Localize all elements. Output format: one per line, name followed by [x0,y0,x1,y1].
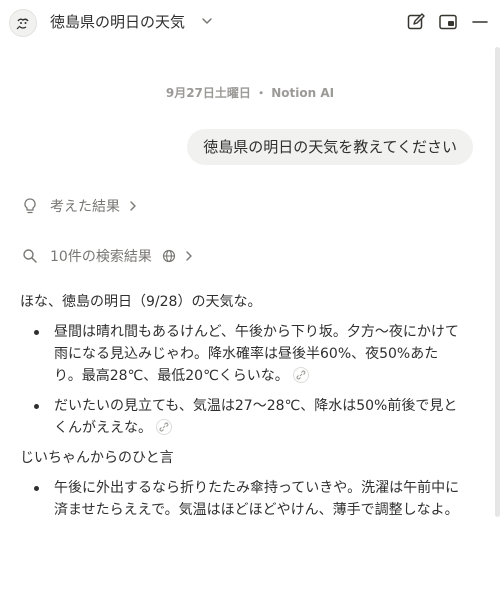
thinking-label: 考えた結果 [50,199,120,215]
list-item: 昼間は晴れ間もあるけんど、午後から下り坂。夕方～夜にかけて雨になる見込みじゃわ。… [20,321,460,387]
picture-in-picture-icon[interactable] [438,12,458,32]
notion-ai-avatar[interactable] [9,9,37,37]
chevron-right-icon [130,201,136,211]
list-item-text: だいたいの見立ても、気温は27～28℃、降水は50%前後で見とくんがええな。 [54,398,458,436]
conversation-title[interactable]: 徳島県の明日の天気 [50,11,185,32]
chevron-down-icon[interactable] [201,15,213,27]
link-icon [296,370,306,380]
forecast-list: 昼間は晴れ間もあるけんど、午後から下り坂。夕方～夜にかけて雨になる見込みじゃわ。… [20,321,460,439]
panel-header: 徳島県の明日の天気 [0,0,500,44]
chevron-right-icon [186,251,192,261]
lightbulb-icon [24,198,36,214]
section-title: じいちゃんからのひと言 [20,450,174,466]
ai-answer: ほな、徳島の明日（9/28）の天気な。 昼間は晴れ間もあるけんど、午後から下り坂… [20,291,460,521]
search-results-label: 10件の検索結果 [50,249,152,265]
search-results-toggle[interactable]: 10件の検索結果 [22,246,194,266]
message-timestamp: 9月27日土曜日 ・ Notion AI [165,86,335,100]
new-chat-edit-icon[interactable] [406,12,426,32]
thinking-toggle[interactable]: 考えた結果 [22,196,138,216]
user-message-bubble: 徳島県の明日の天気を教えてください [187,129,473,165]
notion-ai-face-icon [16,18,29,30]
list-item-text: 昼間は晴れ間もあるけんど、午後から下り坂。夕方～夜にかけて雨になる見込みじゃわ。… [54,324,459,384]
search-icon [23,249,37,263]
answer-intro: ほな、徳島の明日（9/28）の天気な。 [20,294,262,310]
list-item: 午後に外出するなら折りたたみ傘持っていきや。洗濯は午前中に済ませたらええで。気温… [20,477,460,521]
globe-icon [162,249,175,263]
scrollbar[interactable] [495,47,500,517]
minimize-icon[interactable] [470,12,490,32]
advice-list: 午後に外出するなら折りたたみ傘持っていきや。洗濯は午前中に済ませたらええで。気温… [20,477,460,521]
citation-link[interactable] [156,419,172,435]
citation-link[interactable] [292,367,309,383]
link-icon [159,422,169,432]
list-item: だいたいの見立ても、気温は27～28℃、降水は50%前後で見とくんがええな。 [20,395,460,439]
